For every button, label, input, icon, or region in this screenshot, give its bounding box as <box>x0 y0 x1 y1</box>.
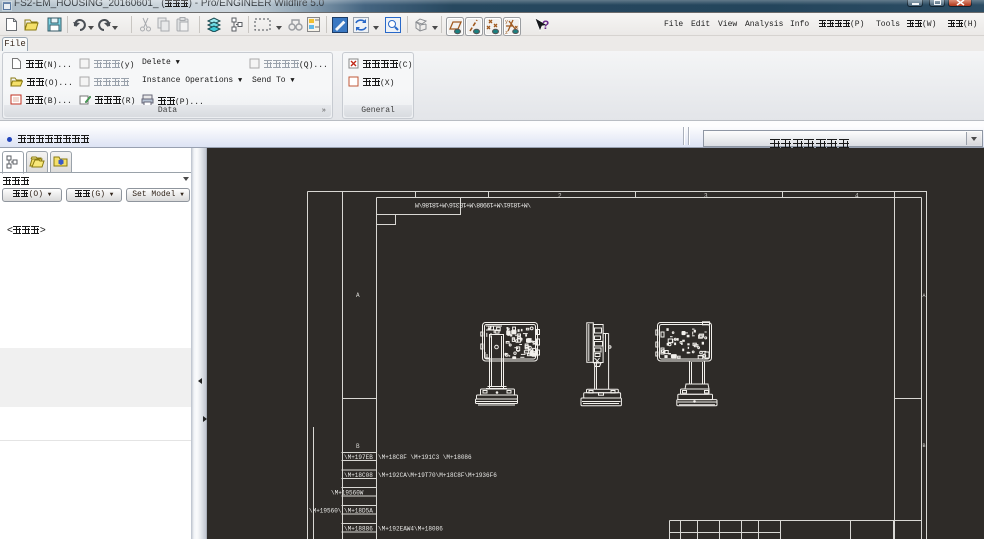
svg-text:\M+19560W: \M+19560W <box>331 490 364 497</box>
svg-text:4: 4 <box>855 193 859 200</box>
svg-text:\M+18D5A: \M+18D5A <box>344 508 373 515</box>
svg-text:\M+197EB: \M+197EB <box>344 454 373 461</box>
svg-text:\M+18C08: \M+18C08 <box>344 472 373 479</box>
svg-text:\M+18161\M+19908\M+1E316\M+181: \M+18161\M+19908\M+1E316\M+18186\M <box>415 201 531 208</box>
svg-text:A: A <box>923 293 926 299</box>
svg-text:A: A <box>356 292 360 299</box>
svg-text:\M+192EAW4\M+18086: \M+192EAW4\M+18086 <box>378 526 443 533</box>
svg-text:\M+18886: \M+18886 <box>344 526 373 533</box>
svg-text:3: 3 <box>704 193 708 200</box>
svg-text:\M+192CA\M+19T70\M+18C8F\M+193: \M+192CA\M+19T70\M+18C8F\M+1936F6 <box>378 472 497 479</box>
svg-text:B: B <box>923 443 926 449</box>
svg-text:2: 2 <box>558 193 562 200</box>
svg-text:y: y <box>505 19 508 25</box>
svg-text:B: B <box>356 443 360 450</box>
svg-text:?: ? <box>542 18 549 32</box>
svg-text:\M+19560\: \M+19560\ <box>309 508 342 515</box>
svg-text:\M+18C8F \M+191C3 \M+18086: \M+18C8F \M+191C3 \M+18086 <box>378 454 472 461</box>
